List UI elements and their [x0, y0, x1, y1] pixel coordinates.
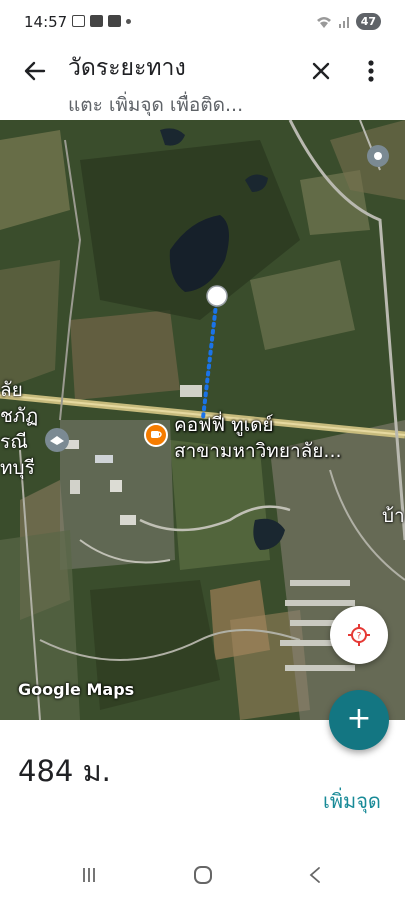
edge-label-5: บ้า [382, 505, 405, 527]
wifi-icon [316, 16, 331, 28]
facebook-icon [90, 15, 103, 27]
close-icon[interactable] [306, 56, 336, 86]
plus-icon: + [346, 701, 372, 736]
edge-label-2: ชภัฏ [0, 405, 39, 427]
status-indicators: 47 [316, 13, 381, 30]
battery-icon: 47 [355, 13, 381, 30]
poi-name-line-1: คอฟฟี่ ทูเดย์ [174, 414, 274, 436]
page-subtitle: แตะ เพิ่มจุด เพื่อติด... [68, 94, 244, 116]
status-bar: 14:57 47 [0, 0, 405, 44]
status-time: 14:57 [24, 13, 68, 31]
dot-icon [126, 18, 131, 24]
poi-name-line-2: สาขามหาวิทยาลัย... [174, 440, 342, 462]
poi-label[interactable]: คอฟฟี่ ทูเดย์ สาขามหาวิทยาลัย... [174, 412, 342, 464]
distance-readout: 484 ม. [18, 754, 111, 788]
svg-text:?: ? [357, 632, 362, 642]
system-nav-bar [0, 850, 405, 900]
google-maps-attribution: Google Maps [18, 680, 135, 699]
edge-label-1: ลัย [0, 379, 23, 401]
add-point-button[interactable]: เพิ่มจุด [323, 785, 381, 817]
edge-label-4: ทบุรี [0, 457, 35, 479]
recents-icon[interactable] [81, 866, 97, 884]
app-header: วัดระยะทาง แตะ เพิ่มจุด เพื่อติด... [0, 44, 405, 120]
arrow-left-icon[interactable] [18, 54, 52, 88]
target-icon: ? [348, 624, 370, 646]
satellite-map[interactable]: คอฟฟี่ ทูเดย์ สาขามหาวิทยาลัย... ลัย ชภั… [0, 120, 405, 720]
edge-label-3: รณี [0, 431, 28, 453]
notification-icons [72, 15, 131, 27]
my-location-button[interactable]: ? [330, 606, 388, 664]
back-icon[interactable] [308, 866, 322, 884]
home-icon[interactable] [194, 866, 212, 884]
page-title: วัดระยะทาง [68, 55, 186, 81]
add-point-fab[interactable]: + [329, 690, 389, 750]
more-vert-icon[interactable] [358, 56, 384, 86]
screenshot-icon [72, 15, 85, 27]
youtube-icon [108, 15, 121, 27]
signal-icon [338, 16, 349, 28]
